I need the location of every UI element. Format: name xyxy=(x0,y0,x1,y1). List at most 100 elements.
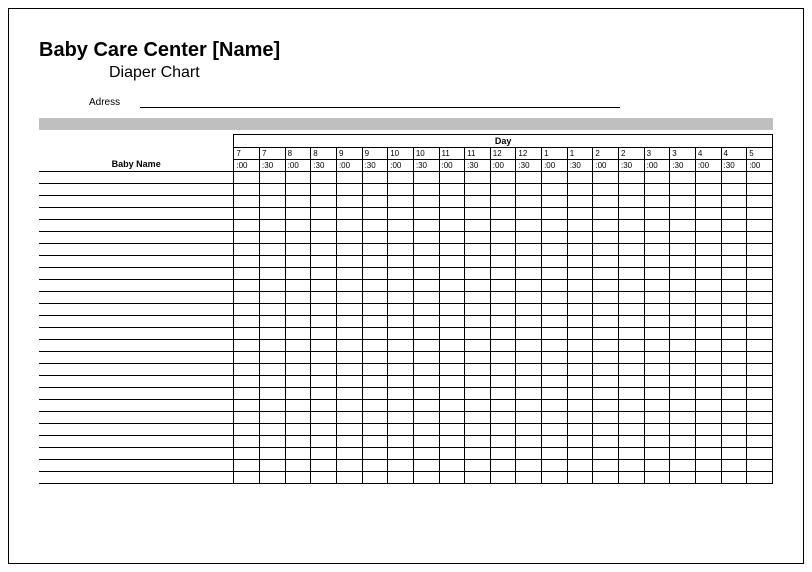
grid-cell xyxy=(567,436,593,448)
grid-cell xyxy=(388,472,414,484)
grid-cell xyxy=(413,280,439,292)
grid-cell xyxy=(593,328,619,340)
grid-cell xyxy=(465,448,491,460)
grid-cell xyxy=(618,220,644,232)
grid-cell xyxy=(285,304,311,316)
grid-cell xyxy=(311,328,337,340)
grid-cell xyxy=(490,472,516,484)
grid-cell xyxy=(311,232,337,244)
baby-name-cell xyxy=(39,280,234,292)
grid-cell xyxy=(695,472,721,484)
grid-cell xyxy=(439,448,465,460)
grid-cell xyxy=(285,448,311,460)
grid-cell xyxy=(747,280,773,292)
table-row xyxy=(39,184,773,196)
grid-cell xyxy=(413,268,439,280)
grid-cell xyxy=(567,376,593,388)
baby-name-cell xyxy=(39,340,234,352)
grid-cell xyxy=(695,232,721,244)
grid-cell xyxy=(721,184,747,196)
grid-cell xyxy=(695,400,721,412)
grid-cell xyxy=(362,268,388,280)
grid-cell xyxy=(285,352,311,364)
grid-cell xyxy=(234,328,260,340)
grid-cell xyxy=(362,424,388,436)
grid-cell xyxy=(388,388,414,400)
grid-cell xyxy=(362,352,388,364)
grid-cell xyxy=(721,448,747,460)
grid-cell xyxy=(362,244,388,256)
grid-cell xyxy=(311,472,337,484)
grid-cell xyxy=(542,436,568,448)
grid-cell xyxy=(695,172,721,184)
grid-cell xyxy=(285,388,311,400)
grid-cell xyxy=(516,316,542,328)
grid-cell xyxy=(388,304,414,316)
grid-cell xyxy=(362,316,388,328)
grid-cell xyxy=(747,340,773,352)
baby-name-cell xyxy=(39,448,234,460)
grid-cell xyxy=(644,244,670,256)
grid-cell xyxy=(362,208,388,220)
grid-cell xyxy=(285,424,311,436)
grid-cell xyxy=(670,208,696,220)
grid-cell xyxy=(388,424,414,436)
grid-cell xyxy=(618,256,644,268)
table-row xyxy=(39,472,773,484)
baby-name-header: Baby Name xyxy=(39,135,234,172)
grid-cell xyxy=(413,424,439,436)
grid-cell xyxy=(542,400,568,412)
hour-header: 8 xyxy=(311,148,337,160)
grid-cell xyxy=(465,412,491,424)
grid-cell xyxy=(285,436,311,448)
grid-cell xyxy=(542,244,568,256)
grid-cell xyxy=(721,268,747,280)
grid-cell xyxy=(618,244,644,256)
grid-cell xyxy=(439,436,465,448)
grid-cell xyxy=(388,232,414,244)
grid-cell xyxy=(413,400,439,412)
minute-header: :30 xyxy=(311,160,337,172)
minute-header: :00 xyxy=(285,160,311,172)
baby-name-cell xyxy=(39,244,234,256)
grid-cell xyxy=(721,304,747,316)
grid-cell xyxy=(439,328,465,340)
grid-cell xyxy=(618,352,644,364)
table-row xyxy=(39,232,773,244)
grid-cell xyxy=(260,220,286,232)
grid-cell xyxy=(670,352,696,364)
grid-cell xyxy=(260,412,286,424)
hour-header: 2 xyxy=(593,148,619,160)
grid-cell xyxy=(747,364,773,376)
page-subtitle: Diaper Chart xyxy=(109,64,773,82)
grid-cell xyxy=(516,472,542,484)
grid-cell xyxy=(644,256,670,268)
grid-cell xyxy=(618,304,644,316)
grid-cell xyxy=(670,400,696,412)
grid-cell xyxy=(362,448,388,460)
grid-cell xyxy=(388,292,414,304)
grid-cell xyxy=(670,424,696,436)
grid-cell xyxy=(567,388,593,400)
hour-header: 10 xyxy=(413,148,439,160)
grid-cell xyxy=(362,292,388,304)
grid-cell xyxy=(747,184,773,196)
grid-cell xyxy=(413,436,439,448)
grid-cell xyxy=(695,436,721,448)
grid-cell xyxy=(336,364,362,376)
hour-header: 11 xyxy=(439,148,465,160)
grid-cell xyxy=(490,196,516,208)
grid-cell xyxy=(542,460,568,472)
grid-cell xyxy=(618,364,644,376)
grid-cell xyxy=(388,196,414,208)
grid-cell xyxy=(593,256,619,268)
grid-cell xyxy=(593,352,619,364)
grid-cell xyxy=(336,196,362,208)
hour-header: 1 xyxy=(567,148,593,160)
grid-cell xyxy=(618,340,644,352)
grid-cell xyxy=(388,244,414,256)
grid-cell xyxy=(439,400,465,412)
grid-cell xyxy=(747,460,773,472)
grid-cell xyxy=(721,340,747,352)
grid-cell xyxy=(260,172,286,184)
